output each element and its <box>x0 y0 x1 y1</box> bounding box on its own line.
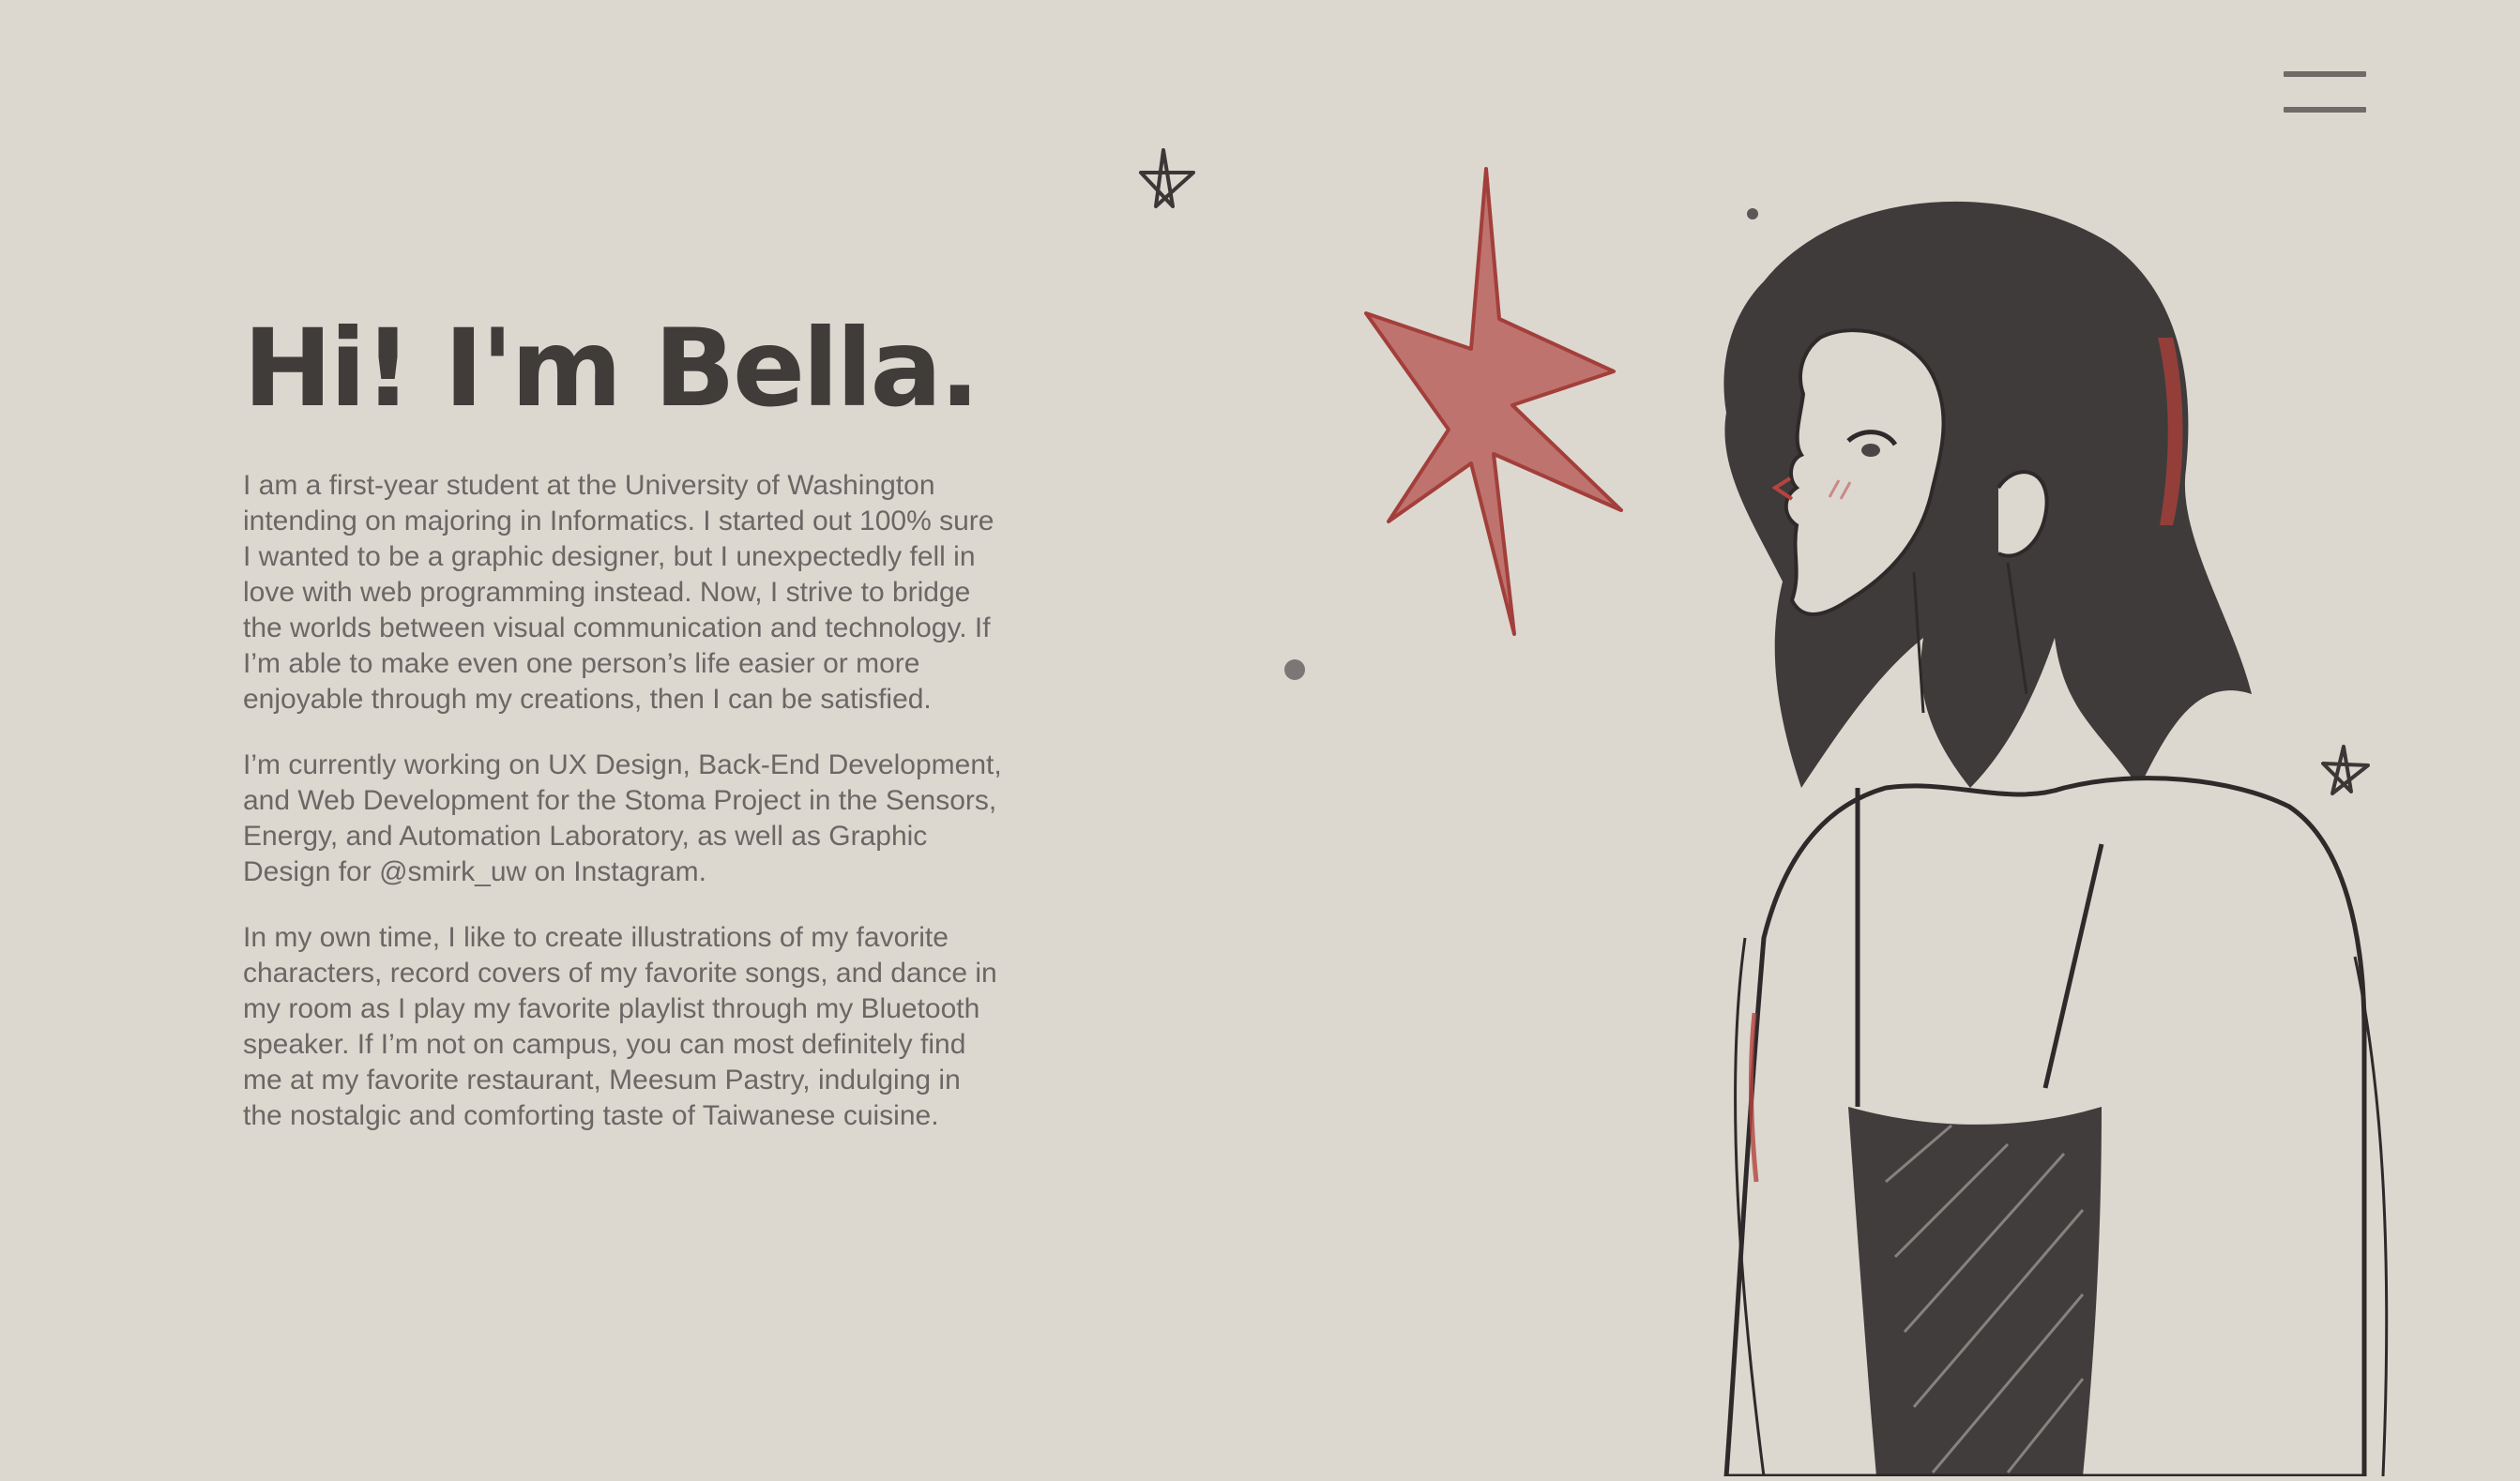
dot-icon <box>1284 659 1305 680</box>
star-doodle-icon <box>1139 148 1195 208</box>
red-sparkle-icon <box>1364 167 1623 636</box>
dot-icon <box>1747 208 1758 219</box>
hamburger-menu-button[interactable] <box>2280 68 2366 120</box>
work-paragraph: I’m currently working on UX Design, Back… <box>243 749 1002 888</box>
menu-line <box>2284 107 2366 113</box>
hobbies-paragraph: In my own time, I like to create illustr… <box>243 922 997 1132</box>
page-title: Hi! I'm Bella. <box>243 306 980 431</box>
illustration <box>1107 131 2520 1479</box>
menu-line <box>2284 71 2366 77</box>
star-doodle-icon <box>2321 745 2370 795</box>
intro-section: Hi! I'm Bella. I am a first-year student… <box>243 310 1003 1134</box>
page: Hi! I'm Bella. I am a first-year student… <box>0 0 2520 1479</box>
girl-sketch-illustration <box>1723 201 2389 1479</box>
intro-paragraph: I am a first-year student at the Univers… <box>243 470 994 716</box>
